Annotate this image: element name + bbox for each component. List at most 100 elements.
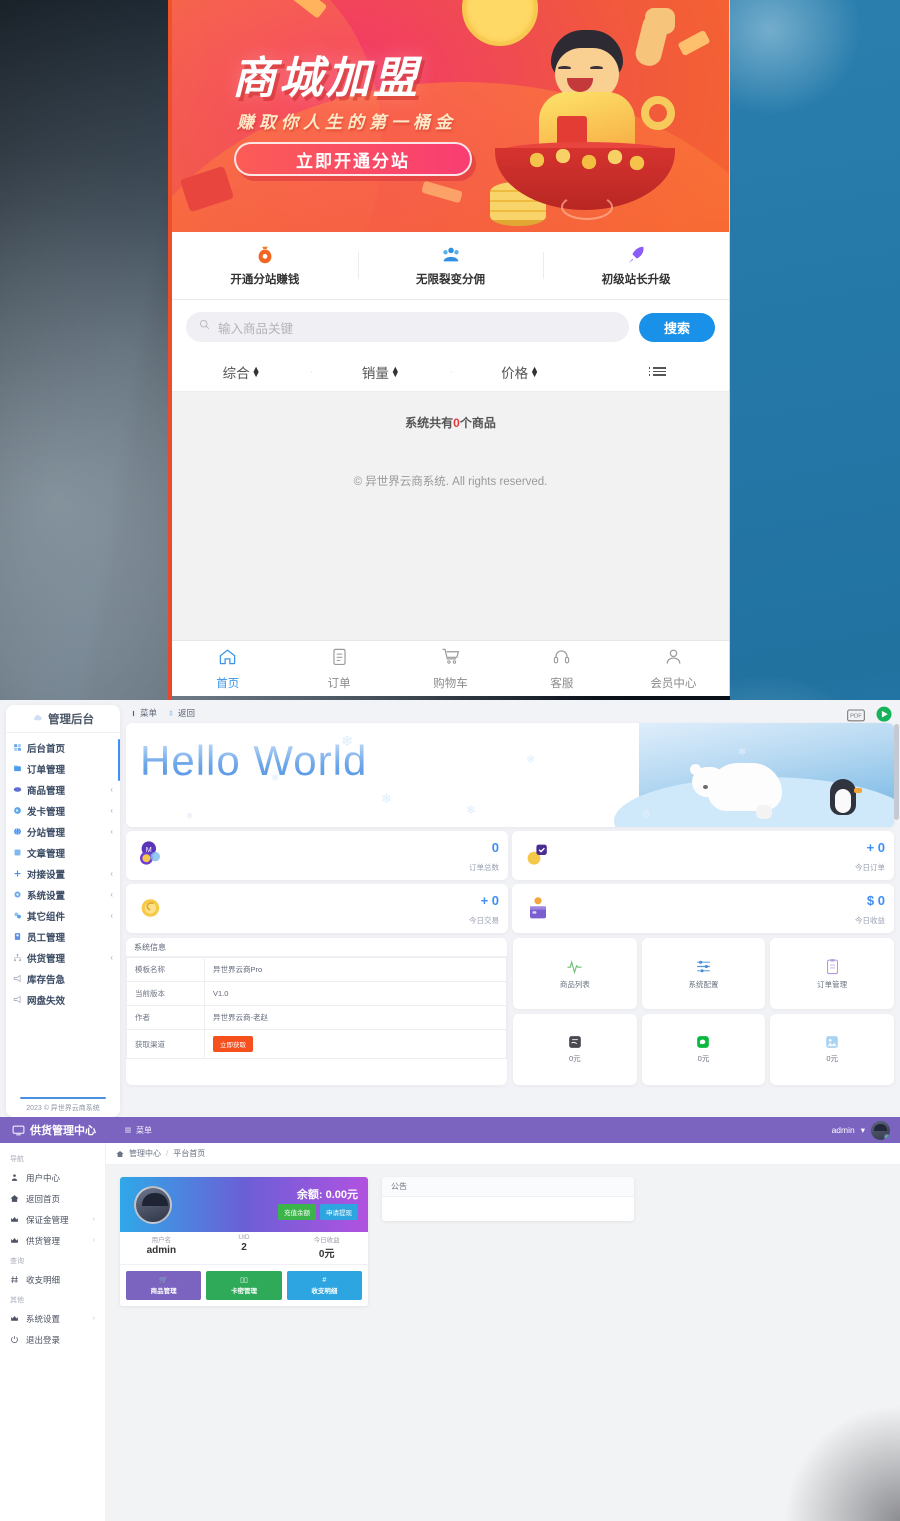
avatar[interactable] [871,1120,890,1140]
avatar[interactable] [134,1186,172,1224]
sidebar-item-label: 对接设置 [27,869,66,881]
supply-item-label: 返回首页 [26,1193,61,1204]
action-transactions[interactable]: # 收支明细 [286,1271,362,1300]
tile-wechat-amount[interactable]: 0元 [641,1014,766,1085]
pdf-reader-icon[interactable]: PDF [846,705,866,725]
page-scrollbar[interactable] [894,724,899,820]
action-product-management[interactable]: 🛒 商品管理 [126,1271,202,1300]
sort-price[interactable]: 价格 ▲ ▼ [450,362,590,382]
tile-label: 订单管理 [817,979,848,989]
home-icon [218,647,237,671]
tab-orders[interactable]: 订单 [283,647,394,691]
admin-sidebar-footer: 2023 © 异世界云商系统 [6,1096,120,1114]
sidebar-item-substation[interactable]: 分站管理 ‹ [6,821,120,842]
sort-sales[interactable]: 销量 ▲ ▼ [311,362,450,382]
row-key: 模板名称 [126,957,205,982]
search-input-container[interactable]: 输入商品关键 [186,312,629,342]
stat-label: 订单总数 [469,863,499,872]
supply-item-user-center[interactable]: 用户中心 [0,1167,105,1188]
breadcrumb-root[interactable]: 管理中心 [129,1148,161,1159]
sidebar-item-label: 发卡管理 [27,806,66,818]
sidebar-item-articles[interactable]: 文章管理 [6,842,120,863]
sidebar-item-label: 后台首页 [27,743,66,755]
tile-product-list[interactable]: 商品列表 [513,938,637,1009]
sidebar-item-integration[interactable]: 对接设置 ‹ [6,863,120,884]
tile-order-management[interactable]: 订单管理 [770,938,894,1009]
tile-alipay-amount[interactable]: 0元 [513,1014,637,1085]
search-button[interactable]: 搜索 [639,312,715,342]
tile-qq-amount[interactable]: 0元 [770,1014,894,1085]
supply-item-logout[interactable]: 退出登录 [0,1329,105,1350]
tile-system-config[interactable]: 系统配置 [641,938,766,1009]
tab-member-center[interactable]: 会员中心 [618,647,729,691]
stat-value: admin [146,1245,177,1256]
promo-banner[interactable]: 商城加盟 赚取你人生的第一桶金 立即开通分站 [172,0,729,232]
product-count-text: 系统共有0个商品 [172,414,729,431]
hamburger-icon [125,1127,131,1133]
power-icon [11,1336,18,1343]
tile-label: 0元 [697,1054,710,1063]
withdraw-button[interactable]: 申请提现 [320,1204,358,1220]
feature-item-commission[interactable]: 无限裂变分佣 [357,244,544,287]
tab-support[interactable]: 客服 [506,647,617,691]
supply-item-home[interactable]: 返回首页 [0,1188,105,1209]
sidebar-item-dashboard[interactable]: 后台首页 [6,737,120,758]
supply-logo[interactable]: 供货管理中心 [0,1122,110,1138]
menu-toggle-button[interactable]: 菜单 [130,707,157,719]
back-button[interactable]: 返回 [167,707,195,719]
sidebar-item-supply[interactable]: 供货管理 ‹ [6,947,120,968]
supply-user-menu[interactable]: admin ▾ [832,1120,900,1140]
tile-label: 系统配置 [688,979,719,989]
chevron-icon: › [92,1237,95,1244]
sidebar-item-system-settings[interactable]: 系统设置 ‹ [6,884,120,905]
wechat-pay-icon [697,1036,710,1048]
get-now-button[interactable]: 立即获取 [213,1036,253,1052]
sidebar-item-netdisk-expired[interactable]: 网盘失效 [6,989,120,1010]
sidebar-copyright: 2023 © 异世界云商系统 [26,1105,100,1112]
sidebar-item-cards[interactable]: 发卡管理 ‹ [6,800,120,821]
sort-arrows-icon: ▲ ▼ [390,363,400,379]
recharge-button[interactable]: 充值余额 [278,1204,316,1220]
admin-sidebar: 管理后台 后台首页 订单管理 商品管理 ‹ 发卡管理 ‹ 分站管理 ‹ 文章管理 对接… [6,705,120,1117]
supply-item-transactions[interactable]: 收支明细 [0,1269,105,1290]
admin-logo[interactable]: 管理后台 [6,705,120,733]
stat-card-today-transactions[interactable]: + 0 今日交易 [126,884,508,933]
action-card-management[interactable]: ▯▯ 卡密管理 [206,1271,282,1300]
supply-group-label: 其他 [10,1297,24,1304]
stat-card-today-orders[interactable]: + 0 今日订单 [512,831,894,880]
sidebar-item-label: 供货管理 [27,953,66,965]
supply-item-deposit[interactable]: 保证金管理 › [0,1209,105,1230]
tab-home[interactable]: 首页 [172,647,283,691]
product-count-area: 系统共有0个商品 © 异世界云商系统. All rights reserved. [172,392,729,489]
search-bar: 输入商品关键 搜索 [172,300,729,352]
system-info-table: 模板名称 异世界云商Pro 当前版本 V1.0 作者 异世界云商-老赵 获取渠道 立即获… [126,957,507,1059]
stat-value: $ 0 [866,893,885,908]
sort-label: 价格 [501,365,529,381]
sort-comprehensive[interactable]: 综合 ▲ ▼ [172,362,311,382]
tencent-video-icon[interactable] [874,705,894,725]
feature-item-upgrade[interactable]: 初级站长升级 [543,244,729,287]
clipboard-icon [826,958,838,974]
feature-label: 初级站长升级 [601,274,671,286]
snowflake-decor: ❄ [526,754,536,766]
chevron-icon: ‹ [110,827,113,836]
open-substation-button[interactable]: 立即开通分站 [234,142,472,176]
stat-card-total-orders[interactable]: M 0 订单总数 [126,831,508,880]
search-icon [198,318,211,336]
sidebar-item-products[interactable]: 商品管理 ‹ [6,779,120,800]
tab-cart[interactable]: 购物车 [395,647,506,691]
supply-item-label: 用户中心 [26,1172,61,1183]
supply-menu-toggle[interactable]: 菜单 [124,1125,152,1136]
sidebar-item-other-components[interactable]: 其它组件 ‹ [6,905,120,926]
supply-item-supply-mgmt[interactable]: 供货管理 › [0,1230,105,1251]
sidebar-item-staff[interactable]: 员工管理 [6,926,120,947]
feature-item-earn[interactable]: 开通分站赚钱 [172,244,358,287]
admin-menu-list: 后台首页 订单管理 商品管理 ‹ 发卡管理 ‹ 分站管理 ‹ 文章管理 对接设置 ‹ 系… [6,733,120,1014]
announcement-card: 公告 [382,1177,634,1221]
sidebar-item-orders[interactable]: 订单管理 [6,758,120,779]
stat-card-today-revenue[interactable]: $ 0 今日收益 [512,884,894,933]
sidebar-item-stock-alert[interactable]: 库存告急 [6,968,120,989]
back-label: 返回 [178,708,196,718]
view-toggle-button[interactable] [590,367,729,376]
supply-item-settings[interactable]: 系统设置 › [0,1308,105,1329]
